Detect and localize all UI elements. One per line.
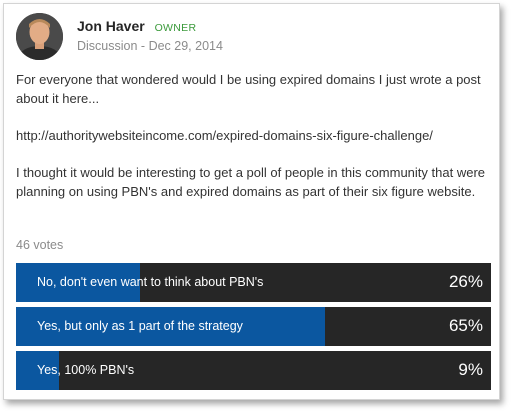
avatar[interactable] (16, 13, 63, 60)
post-link[interactable]: http://authoritywebsiteincome.com/expire… (16, 126, 494, 145)
poll-option-label: No, don't even want to think about PBN's (37, 275, 264, 289)
post-paragraph-3: I thought it would be interesting to get… (16, 165, 485, 199)
poll-option[interactable]: Yes, 100% PBN's 9% (16, 351, 491, 390)
post-body: For everyone that wondered would I be us… (16, 70, 494, 219)
role-badge: OWNER (154, 22, 197, 34)
poll-option[interactable]: Yes, but only as 1 part of the strategy … (16, 307, 491, 346)
poll-option-label: Yes, but only as 1 part of the strategy (37, 319, 243, 333)
meta-separator: - (140, 39, 146, 53)
poll-option-percent: 9% (458, 360, 483, 379)
post-category[interactable]: Discussion (77, 39, 137, 53)
avatar-image (16, 13, 63, 60)
poll-option-percent: 65% (448, 316, 483, 335)
poll-option-label: Yes, 100% PBN's (37, 363, 135, 377)
author-name[interactable]: Jon Haver (77, 18, 145, 34)
author-line: Jon Haver OWNER (77, 18, 196, 34)
poll: No, don't even want to think about PBN's… (16, 263, 491, 395)
post-meta: Discussion - Dec 29, 2014 (77, 39, 223, 53)
post-paragraph-1: For everyone that wondered would I be us… (16, 72, 481, 106)
post-card: Jon Haver OWNER Discussion - Dec 29, 201… (3, 3, 500, 400)
votes-count: 46 votes (16, 238, 64, 252)
poll-option-percent: 26% (448, 272, 483, 291)
post-date[interactable]: Dec 29, 2014 (149, 39, 223, 53)
poll-option[interactable]: No, don't even want to think about PBN's… (16, 263, 491, 302)
